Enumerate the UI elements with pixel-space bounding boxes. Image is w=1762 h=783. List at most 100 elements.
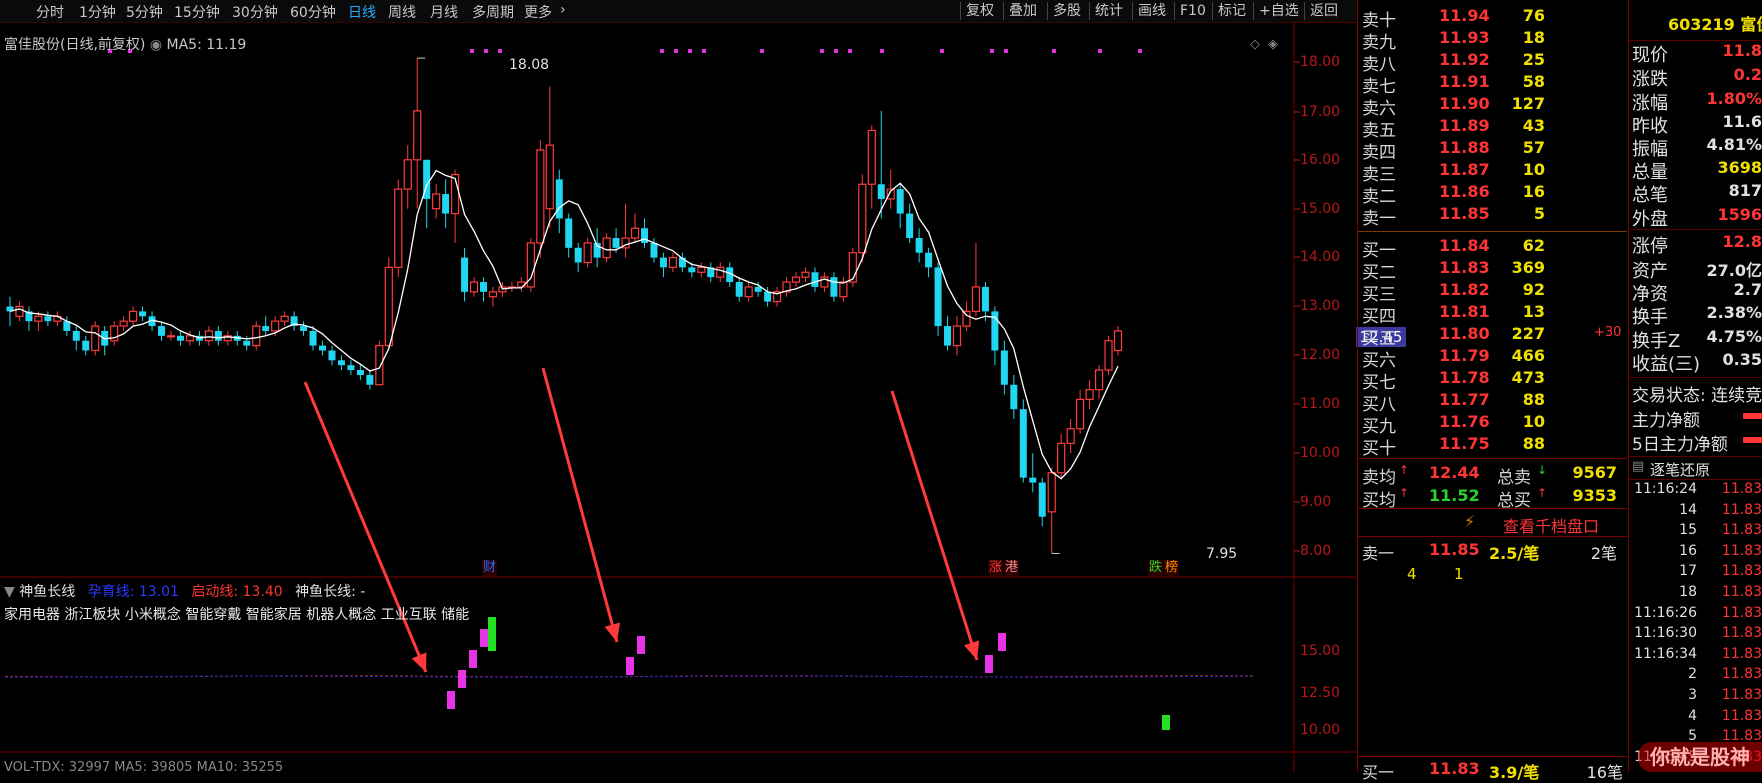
buy-level-5[interactable]: 买五 11.80 227 (1357, 324, 1627, 349)
sell-level-5[interactable]: 卖六 11.90 127 (1357, 94, 1627, 119)
sell-level-2[interactable]: 卖九 11.93 18 (1357, 28, 1627, 53)
low-price-label: 7.95 (1206, 546, 1238, 562)
tick-row: 18 11.83 (1628, 584, 1762, 603)
depth-button[interactable]: ⚡ 查看千档盘口 (1357, 510, 1627, 536)
tab-period-1[interactable]: 1分钟 (79, 2, 116, 22)
sell-level-6[interactable]: 卖五 11.89 43 (1357, 116, 1627, 141)
candle-body (185, 335, 195, 342)
quote-row: 现价 11.8 (1628, 41, 1762, 66)
candle-body (375, 345, 384, 386)
candlestick-chart[interactable]: ◇ ◈ (0, 22, 1356, 772)
indicator-name: 神鱼长线 (19, 584, 76, 600)
tick-time: 15 (1679, 522, 1697, 539)
tab-period-6[interactable]: 日线 (348, 2, 376, 22)
buy-level-4[interactable]: 买四 11.81 13 (1357, 302, 1627, 327)
toolbar-button-5[interactable]: F10 (1174, 2, 1211, 20)
tick-price: 11.83 (1721, 584, 1762, 600)
buy-level-2[interactable]: 买二 11.83 369 (1357, 258, 1627, 283)
candle-body (480, 282, 488, 292)
buy-level-9[interactable]: 买九 11.76 10 (1357, 412, 1627, 437)
buy-level-6[interactable]: 买六 11.79 466 (1357, 346, 1627, 371)
candle-body (764, 291, 772, 302)
level-price: 11.78 (1439, 368, 1490, 387)
candle-body (896, 189, 904, 214)
candle-body (934, 267, 942, 327)
candle-body (1085, 389, 1094, 401)
candle-body (650, 242, 658, 258)
candle-body (413, 110, 422, 161)
buy-level-8[interactable]: 买八 11.77 88 (1357, 390, 1627, 415)
toolbar-button-8[interactable]: 返回 (1304, 2, 1343, 20)
level-volume: 16 (1522, 182, 1545, 201)
tab-period-2[interactable]: 5分钟 (126, 2, 163, 22)
toolbar-button-7[interactable]: +自选 (1253, 2, 1304, 20)
ma5-line (9, 169, 1119, 480)
candle-body (347, 365, 355, 371)
toolbar-button-4[interactable]: 画线 (1132, 2, 1171, 20)
toolbar-button-3[interactable]: 统计 (1089, 2, 1128, 20)
ma-icon[interactable]: ◉ (150, 37, 162, 53)
signal-dot (990, 49, 994, 53)
candle-body (204, 330, 213, 342)
sell-level-4[interactable]: 卖七 11.91 58 (1357, 72, 1627, 97)
indicator-line3: 神鱼长线: - (295, 584, 366, 600)
tab-period-7[interactable]: 周线 (388, 2, 416, 22)
buy-level-7[interactable]: 买七 11.78 473 (1357, 368, 1627, 393)
quote-label: 涨跌 (1632, 69, 1668, 90)
quote-row: 涨停 12.8 (1628, 232, 1762, 257)
buy-level-3[interactable]: 买三 11.82 92 (1357, 280, 1627, 305)
sell-level-3[interactable]: 卖八 11.92 25 (1357, 50, 1627, 75)
sell-level-8[interactable]: 卖三 11.87 10 (1357, 160, 1627, 185)
tab-period-8[interactable]: 月线 (430, 2, 458, 22)
signal-dot (834, 49, 838, 53)
signal-dot (820, 49, 824, 53)
signal-dot (688, 49, 692, 53)
tab-period-0[interactable]: 分时 (36, 2, 64, 22)
toolbar-button-0[interactable]: 复权 (960, 2, 999, 20)
candle-body (488, 291, 498, 298)
quote-label: 涨停 (1632, 236, 1668, 257)
event-tag[interactable]: 跌 (1148, 560, 1163, 576)
level-volume: 62 (1522, 236, 1545, 255)
toolbar-button-2[interactable]: 多股 (1047, 2, 1086, 20)
candle-body (801, 271, 810, 278)
candle-body (640, 228, 648, 243)
book-divider (1357, 508, 1627, 509)
event-tag[interactable]: 财 (482, 560, 497, 576)
sell-level-9[interactable]: 卖二 11.86 16 (1357, 182, 1627, 207)
price-axis-label: 16.00 (1300, 152, 1341, 168)
quote-value: 4.81% (1706, 135, 1762, 154)
level-volume: 227 (1511, 324, 1545, 343)
level-volume: 127 (1511, 94, 1545, 113)
chevron-down-icon[interactable]: ▼ (4, 584, 15, 600)
sell-level-7[interactable]: 卖四 11.88 57 (1357, 138, 1627, 163)
candle-body (271, 320, 280, 332)
event-tag[interactable]: 榜 (1164, 560, 1179, 576)
tick-price: 11.83 (1721, 563, 1762, 580)
ticks-header[interactable]: ▤ 逐笔还原 (1628, 456, 1762, 480)
buy-level-10[interactable]: 买十 11.75 88 (1357, 434, 1627, 459)
event-tag[interactable]: 港 (1004, 560, 1019, 576)
tab-period-10[interactable]: 更多 (524, 2, 552, 22)
tab-period-3[interactable]: 15分钟 (174, 2, 220, 22)
quote-value: 817 (1728, 181, 1762, 200)
quote-row: 涨跌 0.2 (1628, 65, 1762, 90)
ticks-title: 逐笔还原 (1650, 461, 1711, 479)
tab-period-5[interactable]: 60分钟 (290, 2, 336, 22)
event-tag[interactable]: 涨 (988, 560, 1003, 576)
chevron-right-icon[interactable]: › (560, 2, 566, 18)
quote-row: 资产 27.0亿 (1628, 257, 1762, 282)
tab-period-9[interactable]: 多周期 (472, 2, 514, 22)
quote-label: 现价 (1632, 45, 1668, 66)
toolbar-button-6[interactable]: 标记 (1212, 2, 1251, 20)
price-axis-label: 18.00 (1300, 54, 1341, 70)
level-price: 11.80 (1439, 324, 1490, 343)
tab-period-4[interactable]: 30分钟 (232, 2, 278, 22)
level-volume: 13 (1522, 302, 1545, 321)
toolbar-button-1[interactable]: 叠加 (1003, 2, 1042, 20)
annotation-arrow (890, 390, 979, 661)
candle-body (1038, 482, 1046, 517)
sell-level-10[interactable]: 卖一 11.85 5 (1357, 204, 1627, 229)
buy-level-1[interactable]: 买一 11.84 62 (1357, 236, 1627, 261)
sell-level-1[interactable]: 卖十 11.94 76 (1357, 6, 1627, 31)
